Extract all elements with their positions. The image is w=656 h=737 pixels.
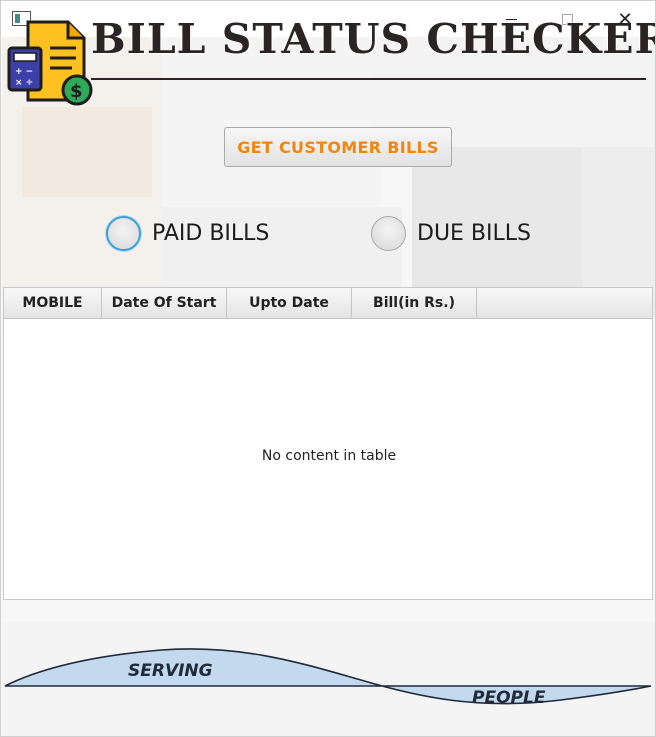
get-customer-bills-button[interactable]: GET CUSTOMER BILLS [224, 127, 452, 167]
page-title: BILL STATUS CHECKER [91, 15, 656, 63]
bills-table[interactable]: MOBILE Date Of Start Upto Date Bill(in R… [3, 287, 653, 600]
footer-people-label: PEOPLE [472, 688, 546, 708]
footer-serving-label: SERVING [128, 661, 213, 681]
svg-text:× ÷: × ÷ [15, 78, 33, 88]
column-header-date-of-start[interactable]: Date Of Start [102, 288, 227, 318]
footer-wave [4, 648, 652, 705]
radio-indicator[interactable] [106, 216, 141, 251]
table-empty-message: No content in table [261, 448, 397, 464]
svg-text:+ −: + − [15, 67, 33, 77]
table-header: MOBILE Date Of Start Upto Date Bill(in R… [4, 288, 652, 319]
app-window: ✕ + − × ÷ $ BILL STATUS CHECKER GET CUST… [0, 0, 656, 737]
radio-indicator[interactable] [371, 216, 406, 251]
column-header-bill-amount[interactable]: Bill(in Rs.) [352, 288, 477, 318]
svg-text:$: $ [70, 81, 83, 102]
due-bills-radio[interactable]: DUE BILLS [371, 216, 531, 251]
column-header-mobile[interactable]: MOBILE [4, 288, 102, 318]
bill-document-icon: + − × ÷ $ [7, 20, 93, 106]
paid-bills-radio[interactable]: PAID BILLS [106, 216, 269, 251]
column-header-upto-date[interactable]: Upto Date [227, 288, 352, 318]
paid-bills-label: PAID BILLS [152, 221, 270, 246]
title-underline [91, 78, 646, 80]
due-bills-label: DUE BILLS [417, 221, 531, 246]
